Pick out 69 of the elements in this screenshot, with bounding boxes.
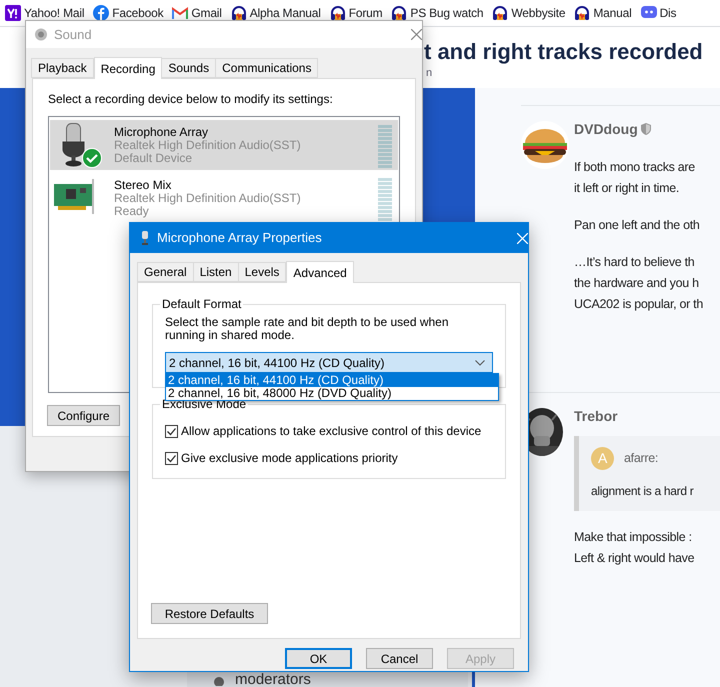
- group-heading: Default Format: [161, 296, 242, 313]
- device-status: Ready: [114, 205, 150, 218]
- bookmark-link[interactable]: Dis: [660, 4, 676, 22]
- restore-defaults-button[interactable]: Restore Defaults: [151, 603, 268, 624]
- tab[interactable]: Playback: [31, 58, 94, 78]
- post-text: …It’s hard to believe th: [574, 254, 696, 271]
- device-driver: Realtek High Definition Audio(SST): [114, 139, 302, 152]
- microphone-icon: [62, 123, 85, 167]
- bookmark-link[interactable]: Gmail: [191, 4, 222, 22]
- checkbox-label[interactable]: Give exclusive mode applications priority: [181, 449, 398, 467]
- chevron-icon: [475, 360, 485, 366]
- close-icon[interactable]: [411, 29, 422, 40]
- window-title: Microphone Array Properties: [157, 229, 322, 248]
- bookmark-link[interactable]: PS Bug watch: [410, 4, 484, 22]
- checkbox-label[interactable]: Allow applications to take exclusive control of this device: [181, 422, 482, 440]
- topic-title: t and right tracks recorded: [424, 38, 703, 66]
- bookmark-link[interactable]: Manual: [593, 4, 632, 22]
- format-dropdown[interactable]: 2 channel, 16 bit, 44100 Hz (CD Quality): [165, 352, 493, 373]
- post-text: Pan one left and the oth: [574, 217, 701, 234]
- bookmark-link[interactable]: Yahoo! Mail: [24, 4, 84, 22]
- author-name[interactable]: Trebor: [574, 406, 618, 426]
- dialog-button[interactable]: Cancel: [366, 648, 433, 669]
- headphones-icon: [230, 5, 247, 21]
- instruction-text: Select a recording device below to modify its settings:: [48, 91, 334, 108]
- y-logo-icon: [5, 5, 21, 21]
- device-row[interactable]: Microphone Array Realtek High Definition Audio(SST) Default Device: [50, 120, 398, 170]
- tab[interactable]: Communications: [215, 58, 318, 78]
- quote-text: alignment is a hard r: [591, 483, 694, 500]
- post-text: it left or right in time.: [574, 180, 680, 197]
- device-name: Microphone Array: [114, 126, 210, 139]
- post-text: Left & right would have: [574, 550, 696, 567]
- tab[interactable]: Recording: [94, 57, 162, 79]
- checkbox[interactable]: [165, 452, 178, 464]
- device-status: Default Device: [114, 152, 194, 165]
- topic-category: n: [426, 66, 432, 81]
- level-meter-icon: [378, 125, 392, 168]
- dropdown-option[interactable]: 2 channel, 16 bit, 44100 Hz (CD Quality): [166, 374, 498, 387]
- headphones-icon: [391, 5, 408, 21]
- tab[interactable]: Levels: [238, 262, 286, 282]
- microphone-icon: [141, 231, 149, 245]
- author-name[interactable]: DVDdoug: [574, 118, 638, 140]
- device-name: Stereo Mix: [114, 179, 172, 192]
- window-title: Sound: [54, 26, 92, 44]
- tab[interactable]: Sounds: [161, 58, 216, 78]
- tab[interactable]: Advanced: [286, 261, 354, 283]
- chat-icon: [640, 6, 657, 20]
- dialog-button[interactable]: OK: [285, 648, 352, 669]
- post-text: Make that impossible :: [574, 529, 693, 546]
- headphones-icon: [492, 5, 508, 21]
- headphones-icon: [574, 5, 590, 21]
- headphones-icon: [330, 5, 346, 21]
- tab[interactable]: General: [137, 262, 194, 282]
- tab[interactable]: Listen: [192, 262, 239, 282]
- checkbox[interactable]: [165, 424, 178, 438]
- dropdown-option[interactable]: 2 channel, 16 bit, 48000 Hz (DVD Quality): [166, 387, 498, 400]
- description-text: Select the sample rate and bit depth to be used when running in shared mode.: [165, 316, 450, 342]
- post-text: If both mono tracks are: [574, 159, 696, 176]
- bookmark-link[interactable]: Webbysite: [511, 4, 566, 22]
- quote-author: afarre:: [624, 450, 658, 467]
- bookmark-link[interactable]: Alpha Manual: [250, 4, 321, 22]
- level-meter-icon: [378, 178, 392, 221]
- bookmark-link[interactable]: Forum: [348, 4, 382, 22]
- avatar-initial: A: [591, 447, 614, 470]
- device-driver: Realtek High Definition Audio(SST): [114, 192, 302, 205]
- post-text: UCA202 is popular, or th: [574, 296, 704, 313]
- configure-button[interactable]: Configure: [47, 405, 120, 426]
- bookmark-link[interactable]: Facebook: [112, 4, 164, 22]
- sidebar-link[interactable]: moderators: [235, 672, 311, 687]
- post-text: the hardware and you h: [574, 275, 700, 292]
